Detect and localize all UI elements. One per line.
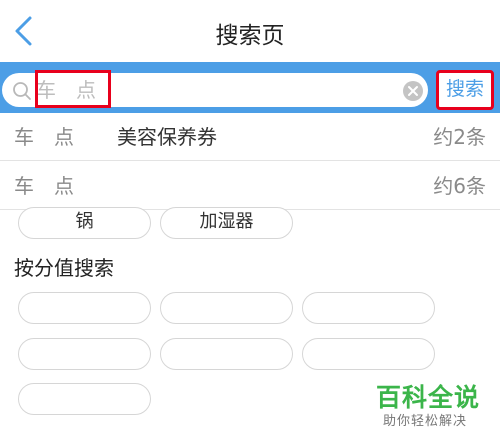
search-button[interactable]: 搜索 [436, 70, 494, 110]
suggestion-keyword: 车 点 [14, 125, 74, 149]
suggestion-keyword: 车 点 [14, 174, 74, 198]
value-tag[interactable] [160, 292, 293, 324]
watermark-slogan: 助你轻松解决 [383, 414, 468, 429]
suggestion-count: 约6条 [433, 174, 486, 198]
suggestion-count: 约2条 [433, 125, 486, 149]
value-tag[interactable] [18, 383, 151, 415]
page-title: 搜索页 [215, 23, 285, 49]
value-tag[interactable] [18, 292, 151, 324]
search-icon [12, 81, 32, 101]
clear-icon[interactable] [402, 80, 424, 102]
category-tag[interactable]: 加湿器 [160, 207, 293, 239]
value-tag[interactable] [302, 292, 435, 324]
value-tag[interactable] [160, 338, 293, 370]
category-tag[interactable]: 锅 [18, 207, 151, 239]
nav-bar: 搜索页 [0, 0, 500, 62]
watermark-logo: 百科全说 [376, 383, 481, 412]
suggestion-label: 美容保养券 [117, 125, 217, 149]
suggestion-item[interactable]: 车 点 美容保养券 约2条 [0, 113, 500, 161]
suggestion-item[interactable]: 车 点 约6条 [0, 162, 500, 210]
section-title: 按分值搜索 [14, 256, 114, 280]
value-tag[interactable] [18, 338, 151, 370]
query-highlight-box [35, 70, 111, 108]
value-tag[interactable] [302, 338, 435, 370]
